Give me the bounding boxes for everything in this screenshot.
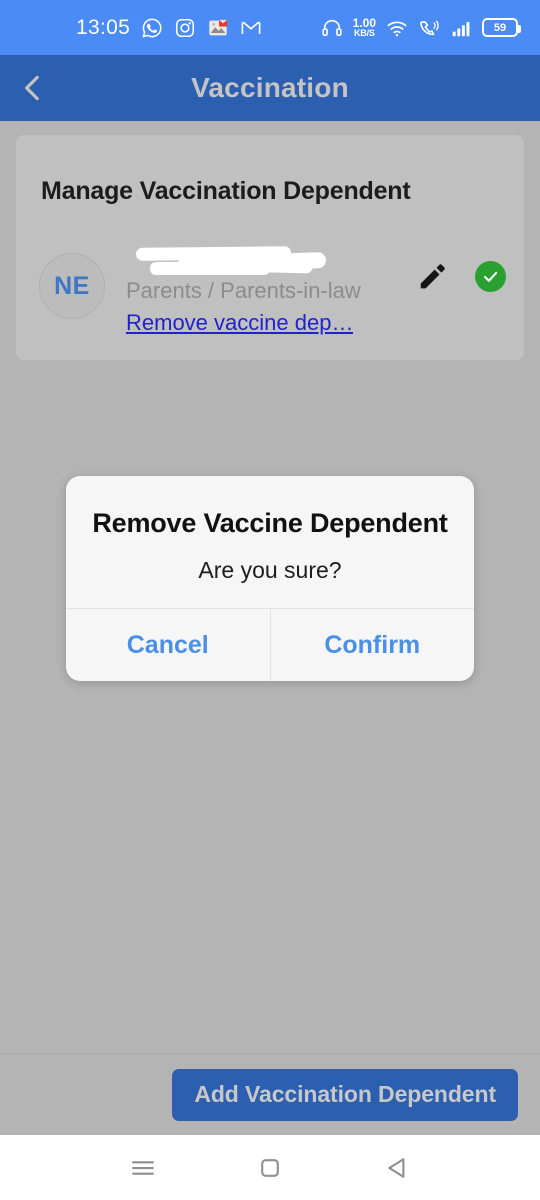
status-bar: 13:05 1.00 KB/S 59 — [0, 0, 540, 55]
instagram-icon — [176, 18, 195, 37]
add-vaccination-dependent-button[interactable]: Add Vaccination Dependent — [172, 1068, 518, 1121]
dependent-relationship: Parents / Parents-in-law — [126, 278, 361, 303]
footer-bar: Add Vaccination Dependent — [0, 1053, 540, 1135]
manage-dependent-card: Manage Vaccination Dependent NE Parents … — [16, 135, 524, 360]
dialog-actions: Cancel Confirm — [66, 608, 474, 681]
dependent-row-actions — [417, 261, 506, 292]
pencil-icon[interactable] — [417, 262, 447, 292]
dependent-info: Parents / Parents-in-law Remove vaccine … — [126, 245, 396, 344]
android-nav-bar — [0, 1135, 540, 1200]
status-bar-clock: 13:05 — [76, 15, 131, 39]
dialog-message: Are you sure? — [198, 557, 342, 583]
dependent-name — [126, 245, 396, 275]
status-bar-right: 1.00 KB/S 59 — [321, 17, 521, 39]
dialog-title: Remove Vaccine Dependent — [92, 508, 448, 538]
remove-vaccine-dependent-link[interactable]: Remove vaccine dep… — [126, 307, 353, 339]
phone-screen: 13:05 1.00 KB/S 59 Vaccination Manage Va… — [0, 0, 540, 1200]
headset-icon — [322, 19, 342, 36]
square-home-icon[interactable] — [253, 1151, 287, 1185]
remove-vaccine-dependent-dialog: Remove Vaccine Dependent Are you sure? C… — [66, 476, 474, 681]
dependent-row: NE Parents / Parents-in-law Remove vacci… — [39, 245, 506, 335]
cancel-button[interactable]: Cancel — [66, 609, 270, 681]
call-vibrate-icon — [420, 20, 439, 35]
confirm-button[interactable]: Confirm — [271, 609, 475, 681]
battery-level: 59 — [493, 21, 507, 34]
dialog-body: Remove Vaccine Dependent Are you sure? — [66, 476, 474, 608]
wifi-icon — [387, 21, 407, 36]
whatsapp-icon — [142, 18, 162, 38]
name-redaction-overlay — [126, 245, 396, 275]
status-bar-left: 13:05 — [76, 16, 262, 40]
network-speed-unit: KB/S — [353, 28, 375, 38]
battery-indicator: 59 — [482, 18, 521, 37]
photo-notification-icon — [209, 19, 228, 35]
gmail-icon — [241, 21, 261, 34]
check-mark-icon — [483, 271, 498, 282]
page-title: Vaccination — [191, 72, 349, 103]
check-circle-icon — [475, 261, 506, 292]
back-button[interactable] — [0, 55, 66, 121]
app-header: Vaccination — [0, 55, 540, 121]
card-title: Manage Vaccination Dependent — [41, 177, 411, 205]
menu-lines-icon[interactable] — [126, 1151, 160, 1185]
avatar: NE — [39, 253, 105, 319]
network-speed-indicator: 1.00 KB/S — [353, 17, 376, 38]
signal-bars-icon — [452, 21, 470, 36]
triangle-back-icon[interactable] — [380, 1151, 414, 1185]
chevron-left-icon — [25, 75, 39, 101]
